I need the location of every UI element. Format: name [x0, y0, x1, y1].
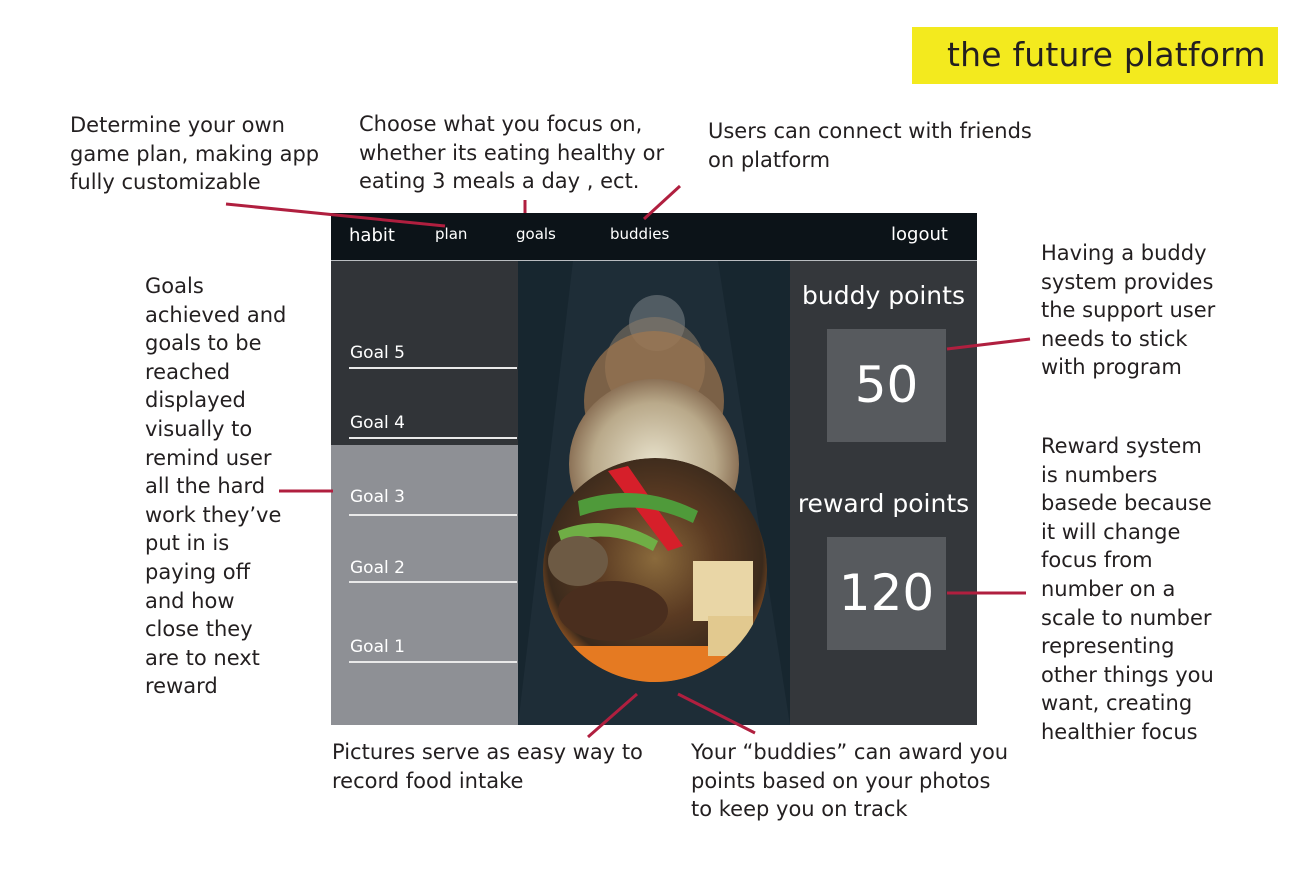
- leader-line-plan: [225, 202, 446, 228]
- leader-line-buddy-system: [946, 337, 1031, 351]
- leader-line-buddies: [642, 184, 682, 221]
- leader-lines: [225, 184, 1031, 739]
- leader-line-buddy-award: [677, 692, 756, 735]
- leader-line-pictures: [587, 692, 638, 739]
